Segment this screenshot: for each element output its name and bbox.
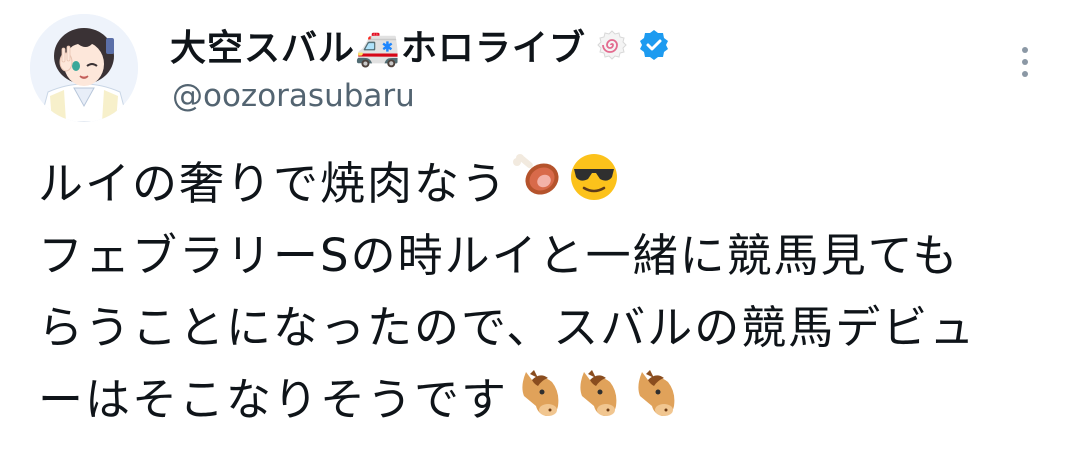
meat-on-bone-icon	[512, 151, 564, 224]
tweet-line: ーはそこなりそうです	[38, 364, 1058, 436]
avatar[interactable]	[30, 14, 138, 122]
author-name-row: 大空スバル🚑ホロライブ	[170, 20, 670, 70]
verified-checkmark-icon[interactable]	[638, 29, 670, 61]
horse-face-icon	[570, 366, 624, 441]
sunglasses-face-icon	[568, 151, 620, 224]
author-handle[interactable]: @oozorasubaru	[172, 78, 415, 114]
tweet-line: らうことになったので、スバルの競馬デビュ	[38, 301, 977, 354]
tweet-line: ルイの奢りで焼肉なう	[38, 148, 1058, 220]
horse-face-icon	[512, 366, 566, 441]
tweet-line: フェブラリーSの時ルイと一緒に競馬見ても	[38, 229, 960, 282]
horse-face-icon	[628, 366, 682, 441]
naruto-swirl-icon	[596, 29, 628, 61]
more-vertical-icon	[1022, 47, 1028, 53]
tweet-text: ルイの奢りで焼肉なう フェブラリーSの時ルイと一緒に競馬見ても らうことになった…	[38, 148, 1058, 436]
display-name[interactable]: 大空スバル🚑ホロライブ	[170, 19, 586, 71]
more-options-button[interactable]	[1010, 40, 1040, 84]
